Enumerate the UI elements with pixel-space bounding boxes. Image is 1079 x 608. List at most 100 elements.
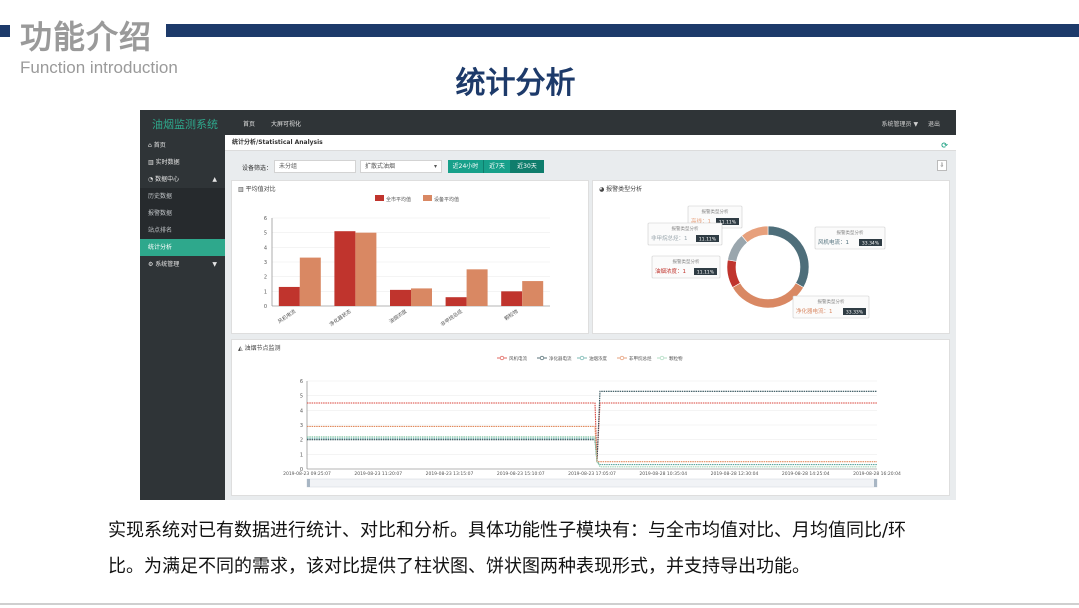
x-tick-label: 2019-08-28 16:20:04 <box>853 471 901 477</box>
legend-swatch <box>423 195 432 201</box>
sidebar-item-history[interactable]: 历史数据 <box>140 188 225 205</box>
center-title: 统计分析 <box>455 66 576 101</box>
x-tick-label: 2019-08-28 12:30:04 <box>711 471 759 477</box>
legend-label: 设备平均值 <box>434 196 459 203</box>
pie-tooltip-percent: 11.11% <box>699 237 717 243</box>
pie-chart-title: ◕ 报警类型分析 <box>599 184 642 193</box>
legend-swatch <box>375 195 384 201</box>
export-icon[interactable]: ⇩ <box>937 160 947 171</box>
sidebar-item-site-rank[interactable]: 站点排名 <box>140 222 225 239</box>
y-tick-label: 1 <box>300 452 303 458</box>
legend-marker <box>619 355 625 361</box>
bar <box>501 291 523 306</box>
sidebar-item-system[interactable]: ⚙ 系统管理 ▼ <box>140 256 225 273</box>
chevron-down-icon: ▼ <box>212 261 217 268</box>
zoom-handle-left <box>307 479 310 487</box>
y-tick-label: 2 <box>264 275 267 281</box>
caption-line-1: 实现系统对已有数据进行统计、对比和分析。具体功能性子模块有：与全市均值对比、月均… <box>108 520 907 541</box>
y-tick-label: 6 <box>264 216 267 222</box>
pie-slice <box>726 259 741 288</box>
bar-chart: 全市平均值 设备平均值 0 1 2 3 4 5 6 风机电流 净化器状态 油烟浓度 非甲烷总烃 颗粒物 <box>264 195 550 328</box>
group-select[interactable]: 未分组 <box>274 160 356 173</box>
legend-marker <box>659 355 665 361</box>
refresh-icon[interactable]: ⟳ <box>941 138 948 154</box>
breadcrumb-text: 统计分析/Statistical Analysis <box>232 139 323 146</box>
y-tick-label: 4 <box>300 408 303 414</box>
bar-chart-panel: ▥ 平均值对比 全市平均值 设备平均值 0 1 2 3 4 5 6 风机电流 净化器状态 油烟浓度 非甲… <box>231 180 589 334</box>
bar-chart-title: ▥ 平均值对比 <box>238 184 276 193</box>
pie-tooltip-label: 非甲烷总烃：1 <box>651 234 688 242</box>
btn-7d[interactable]: 近7天 <box>484 160 511 173</box>
pie-slice <box>741 225 769 243</box>
user-name[interactable]: 系统管理员 ▼ <box>882 121 919 128</box>
pie-tooltip-title: 报警类型分析 <box>702 208 729 215</box>
title-bar-right <box>166 24 1079 37</box>
bar <box>390 289 411 306</box>
legend-label: 净化器电流 <box>549 355 572 362</box>
pie-chart-panel: ◕ 报警类型分析 报警类型分析 高线：1 11.11% 报警类型分析 非甲烷总烃：1 11… <box>592 180 950 334</box>
line-chart-panel: ◭ 油烟节点监测 风机电流 净化器电流 油烟浓度 非甲烷总烃 颗粒物 0 1 2 3 4 5 6 201… <box>231 339 950 496</box>
title-bar-left <box>0 25 10 37</box>
slide-title: 功能介绍 <box>20 18 153 56</box>
x-tick-label: 2019-08-23 11:20:07 <box>354 471 402 477</box>
caption-line-2: 比。为满足不同的需求，该对比提供了柱状图、饼状图两种表现形式，并支持导出功能。 <box>108 556 810 577</box>
app-brand: 油烟监测系统 <box>152 118 218 131</box>
sidebar-item-stats[interactable]: 统计分析 <box>140 239 225 256</box>
pie-tooltip-percent: 11.11% <box>697 270 715 276</box>
chart-icon: ▥ <box>238 186 246 193</box>
y-tick-label: 5 <box>300 394 303 400</box>
line-series <box>307 402 877 462</box>
bar <box>411 288 432 306</box>
legend-label: 油烟浓度 <box>589 355 607 362</box>
sidebar: ⌂ 首页 ▥ 实时数据 ◔ 数据中心 ▲ 历史数据 报警数据 站点排名 统计分析 … <box>140 135 225 500</box>
breadcrumb: 统计分析/Statistical Analysis ⟳ <box>225 135 956 151</box>
bar <box>355 232 377 306</box>
bar <box>522 281 544 306</box>
x-tick-label: 油烟浓度 <box>388 308 408 325</box>
y-tick-label: 2 <box>300 438 303 444</box>
zoom-handle-right <box>874 479 877 487</box>
sidebar-item-alarm[interactable]: 报警数据 <box>140 205 225 222</box>
y-tick-label: 5 <box>264 231 267 237</box>
legend-marker <box>499 355 505 361</box>
sidebar-item-home[interactable]: ⌂ 首页 <box>140 137 225 154</box>
device-select-value: 扩散式油烟 <box>365 163 396 170</box>
pie-tooltip-title: 报警类型分析 <box>673 258 700 265</box>
x-tick-label: 2019-08-23 09:25:07 <box>283 471 331 477</box>
x-tick-label: 颗粒物 <box>503 308 519 322</box>
y-tick-label: 3 <box>264 260 267 266</box>
main-content: 统计分析/Statistical Analysis ⟳ 设备筛选： 未分组 扩散… <box>225 135 956 500</box>
tab-big-screen[interactable]: 大屏可视化 <box>271 119 301 128</box>
bar <box>466 269 488 306</box>
legend-marker <box>539 355 545 361</box>
line-series <box>307 437 877 466</box>
pie-chart-title-text: 报警类型分析 <box>606 186 643 193</box>
legend-label: 颗粒物 <box>669 355 683 362</box>
y-tick-label: 3 <box>300 423 303 429</box>
y-tick-label: 1 <box>264 289 267 295</box>
y-tick-label: 4 <box>264 245 267 251</box>
btn-30d[interactable]: 近30天 <box>511 160 544 173</box>
sidebar-item-label: 实时数据 <box>155 159 180 166</box>
x-tick-label: 风机电流 <box>277 308 297 325</box>
device-select[interactable]: 扩散式油烟 ▾ <box>360 160 442 173</box>
pie-slice <box>767 225 810 288</box>
user-menu[interactable]: 系统管理员 ▼ 退出 <box>882 119 940 128</box>
line-series <box>307 436 877 468</box>
chevron-up-icon: ▲ <box>212 176 217 183</box>
sidebar-item-label: 首页 <box>153 142 166 149</box>
line-chart-title-text: 油烟节点监测 <box>244 345 281 352</box>
bar <box>334 231 356 306</box>
line-chart-title: ◭ 油烟节点监测 <box>238 343 281 352</box>
pie-tooltip-title: 报警类型分析 <box>837 229 864 236</box>
logout-link[interactable]: 退出 <box>928 121 940 128</box>
sidebar-item-realtime[interactable]: ▥ 实时数据 <box>140 154 225 171</box>
btn-24h[interactable]: 近24小时 <box>448 160 484 173</box>
legend-label: 全市平均值 <box>386 196 411 203</box>
pie-tooltip-title: 报警类型分析 <box>672 225 699 232</box>
pie-tooltip-title: 报警类型分析 <box>818 298 845 305</box>
line-series <box>307 425 877 463</box>
footer-divider <box>0 603 1079 605</box>
sidebar-item-data-center[interactable]: ◔ 数据中心 ▲ <box>140 171 225 188</box>
pie-tooltip-percent: 33.33% <box>846 310 864 316</box>
